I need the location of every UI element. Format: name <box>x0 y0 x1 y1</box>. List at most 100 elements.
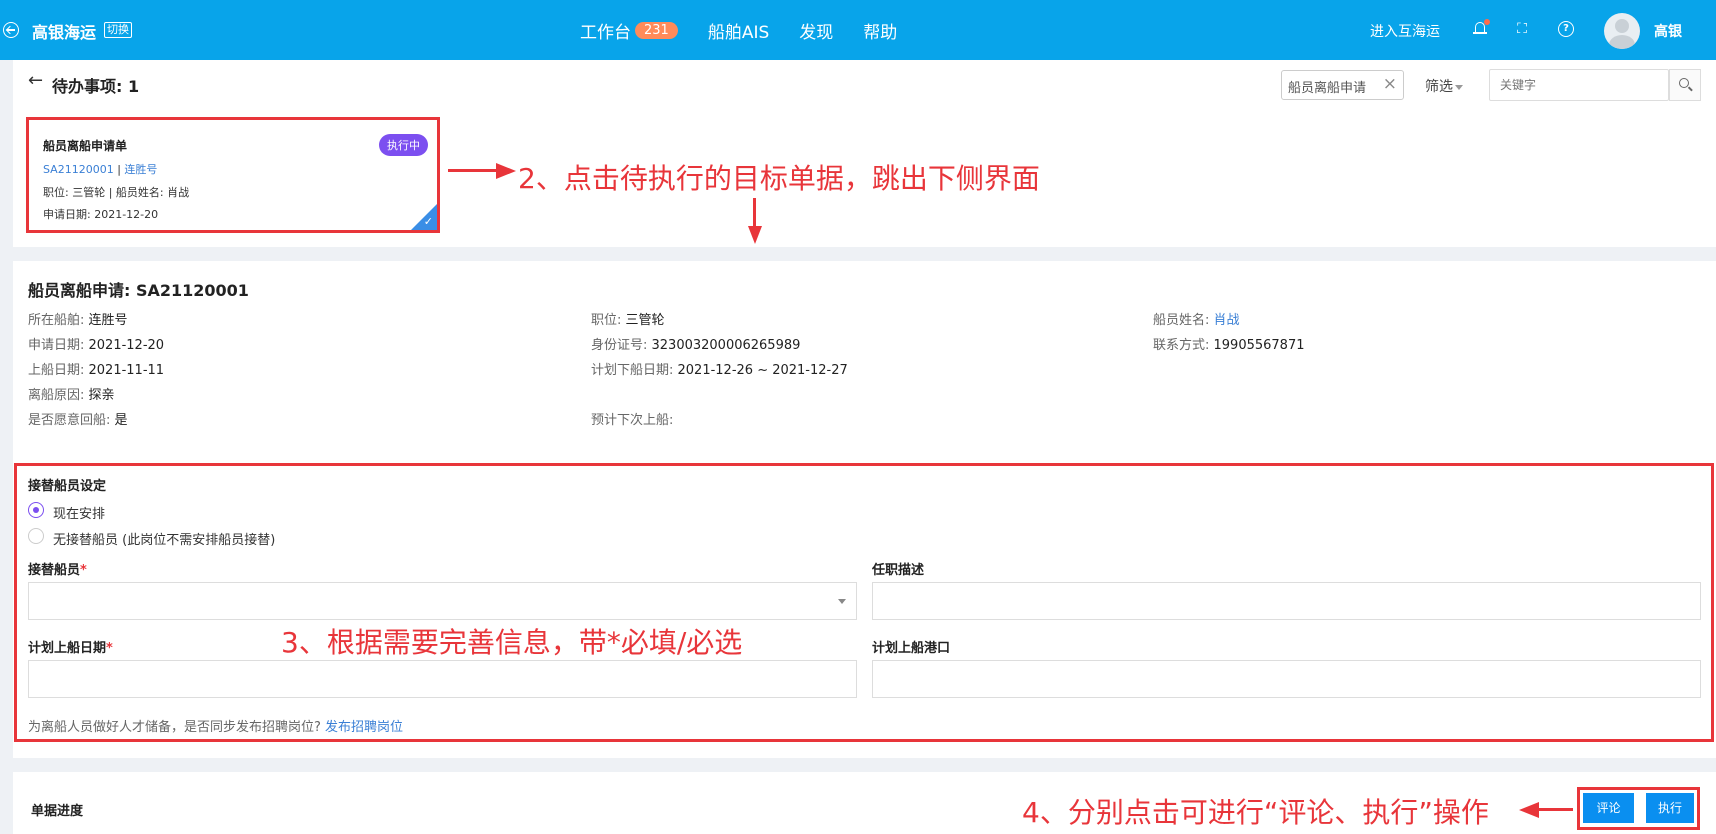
radio-arrange-now[interactable] <box>28 502 44 518</box>
field-contact: 联系方式: 19905567871 <box>1153 334 1305 353</box>
filter-label: 筛选 <box>1425 79 1453 95</box>
check-icon: ✓ <box>423 215 433 228</box>
field-value: 探亲 <box>88 388 115 403</box>
card-title: 船员离船申请单 <box>43 139 128 153</box>
annotation-arrow <box>753 198 756 228</box>
field-position: 职位: 三管轮 <box>591 309 665 328</box>
label-text: 接替船员 <box>28 563 81 578</box>
field-value: 2021-12-26 ~ 2021-12-27 <box>677 363 848 378</box>
plan-board-date-input[interactable] <box>28 660 857 698</box>
replacement-crew-select[interactable] <box>28 582 857 620</box>
bell-icon[interactable] <box>1472 19 1490 37</box>
field-label: 预计下次上船: <box>591 413 674 428</box>
field-label: 联系方式: <box>1153 338 1214 353</box>
nav-discover[interactable]: 发现 <box>799 18 833 43</box>
nav-workbench[interactable]: 工作台 231 <box>580 18 678 43</box>
crew-name-link[interactable]: 肖战 <box>1214 313 1240 328</box>
field-label: 申请日期: <box>28 338 89 353</box>
field-label: 计划下船日期: <box>591 363 678 378</box>
field-board-date: 上船日期: 2021-11-11 <box>28 359 164 378</box>
filter-chip[interactable]: 船员离船申请 × <box>1281 70 1404 100</box>
username[interactable]: 高银 <box>1654 21 1682 41</box>
comment-button[interactable]: 评论 <box>1583 793 1634 823</box>
nav-workbench-label: 工作台 <box>580 23 631 43</box>
annotation-arrowhead <box>748 226 762 244</box>
field-label: 上船日期: <box>28 363 89 378</box>
field-value: 三管轮 <box>625 313 665 328</box>
main-nav: 工作台 231 船舶AIS 发现 帮助 <box>580 18 897 43</box>
expand-icon[interactable]: ⛶ <box>1514 21 1530 37</box>
field-value: 是 <box>114 413 128 428</box>
field-id-no: 身份证号: 323003200006265989 <box>591 334 800 353</box>
detail-title: 船员离船申请: SA21120001 <box>28 281 249 300</box>
annotation-arrow <box>448 169 498 172</box>
workbench-count-badge: 231 <box>635 22 678 39</box>
switch-company-button[interactable]: 切换 <box>104 22 132 38</box>
plan-board-date-label: 计划上船日期* <box>28 637 113 656</box>
field-reason: 离船原因: 探亲 <box>28 384 115 403</box>
label-text: 计划上船日期 <box>28 641 107 656</box>
plan-board-port-label: 计划上船港口 <box>872 641 951 656</box>
caret-down-icon <box>1455 84 1463 90</box>
back-arrow-icon[interactable]: ← <box>28 70 43 91</box>
recruit-prompt: 为离船人员做好人才储备，是否同步发布招聘岗位? 发布招聘岗位 <box>28 716 403 735</box>
radio-no-replacement[interactable] <box>28 528 44 544</box>
annotation-arrow <box>1537 808 1573 811</box>
field-name: 船员姓名: 肖战 <box>1153 309 1240 328</box>
field-value: 323003200006265989 <box>651 338 801 353</box>
card-ship-link[interactable]: 连胜号 <box>124 163 157 176</box>
card-date-line: 申请日期: 2021-12-20 <box>43 208 159 221</box>
brand-name: 高银海运 <box>32 23 97 42</box>
card-separator: | <box>117 163 121 176</box>
todo-title: 待办事项: 1 <box>52 77 140 96</box>
enter-platform-link[interactable]: 进入互海运 <box>1370 21 1440 41</box>
card-links: SA21120001 | 连胜号 <box>43 161 157 177</box>
field-value: 19905567871 <box>1213 338 1305 353</box>
field-value: 2021-12-20 <box>88 338 165 353</box>
annotation-arrowhead <box>1519 802 1539 818</box>
nav-help[interactable]: 帮助 <box>863 18 897 43</box>
annotation-arrowhead <box>496 163 516 179</box>
nav-ship-ais[interactable]: 船舶AIS <box>708 18 769 43</box>
replacement-crew-label: 接替船员* <box>28 559 87 578</box>
field-label: 身份证号: <box>591 338 652 353</box>
card-position-line: 职位: 三管轮 | 船员姓名: 肖战 <box>43 186 190 199</box>
help-icon[interactable]: ? <box>1558 21 1574 37</box>
required-mark: * <box>106 641 113 656</box>
publish-recruit-link[interactable]: 发布招聘岗位 <box>325 720 403 735</box>
duty-description-label: 任职描述 <box>872 563 925 578</box>
close-icon[interactable]: × <box>1383 74 1397 94</box>
recruit-text: 为离船人员做好人才储备，是否同步发布招聘岗位? <box>28 720 326 735</box>
field-label: 离船原因: <box>28 388 89 403</box>
back-circle-icon[interactable] <box>3 22 19 38</box>
annotation-step4: 4、分别点击可进行“评论、执行”操作 <box>1022 796 1489 829</box>
field-value: 2021-11-11 <box>88 363 165 378</box>
chevron-down-icon <box>838 599 846 604</box>
field-plan-leave: 计划下船日期: 2021-12-26 ~ 2021-12-27 <box>591 359 848 378</box>
field-label: 是否愿意回船: <box>28 413 115 428</box>
field-label: 船员姓名: <box>1153 313 1214 328</box>
filter-dropdown[interactable]: 筛选 <box>1425 76 1463 96</box>
replacement-section-title: 接替船员设定 <box>28 479 107 494</box>
duty-description-input[interactable] <box>872 582 1701 620</box>
avatar[interactable] <box>1604 13 1640 49</box>
top-navbar: 高银海运 切换 工作台 231 船舶AIS 发现 帮助 进入互海运 ⛶ ? 高银 <box>0 0 1716 60</box>
radio-arrange-now-label[interactable]: 现在安排 <box>53 503 105 522</box>
search-input[interactable] <box>1489 69 1669 101</box>
field-next-board: 预计下次上船: <box>591 409 673 428</box>
field-apply-date: 申请日期: 2021-12-20 <box>28 334 164 353</box>
field-return: 是否愿意回船: 是 <box>28 409 128 428</box>
annotation-step2: 2、点击待执行的目标单据，跳出下侧界面 <box>518 162 1040 195</box>
radio-no-replacement-label[interactable]: 无接替船员 (此岗位不需安排船员接替) <box>53 529 275 548</box>
required-mark: * <box>80 563 87 578</box>
field-label: 所在船舶: <box>28 313 89 328</box>
field-ship: 所在船舶: 连胜号 <box>28 309 128 328</box>
plan-board-port-input[interactable] <box>872 660 1701 698</box>
task-card[interactable]: 船员离船申请单 执行中 SA21120001 | 连胜号 职位: 三管轮 | 船… <box>26 117 440 233</box>
search-button[interactable] <box>1669 69 1701 101</box>
annotation-step3: 3、根据需要完善信息，带*必填/必选 <box>281 626 743 659</box>
card-code-link[interactable]: SA21120001 <box>43 163 114 176</box>
execute-button[interactable]: 执行 <box>1646 793 1694 823</box>
progress-title: 单据进度 <box>31 804 84 819</box>
filter-chip-label: 船员离船申请 <box>1288 81 1367 96</box>
